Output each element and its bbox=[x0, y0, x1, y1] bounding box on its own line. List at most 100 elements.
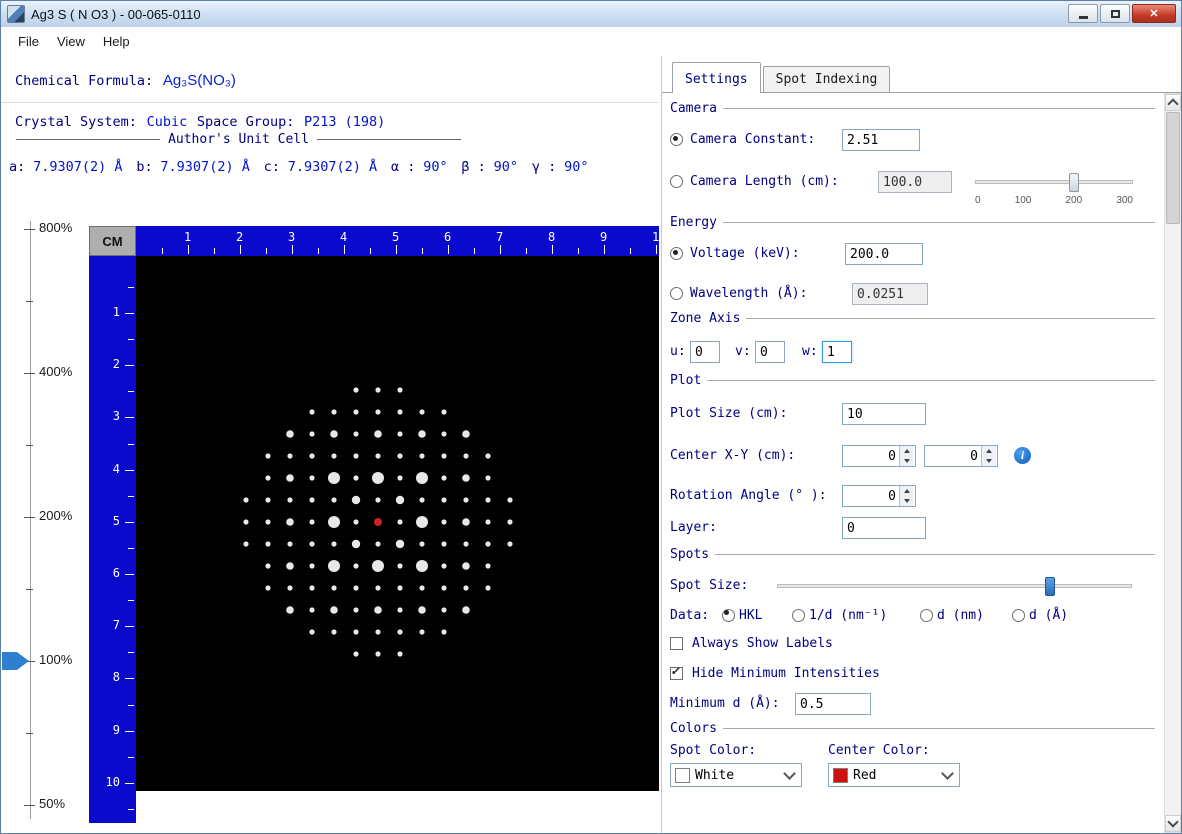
menu-help[interactable]: Help bbox=[94, 30, 139, 53]
cell-beta: 90° bbox=[494, 159, 518, 175]
scroll-up-button[interactable] bbox=[1165, 94, 1181, 111]
spot-size-slider[interactable] bbox=[777, 584, 1132, 588]
colors-section-header: Colors bbox=[670, 719, 1155, 737]
center-xy-label: Center X-Y (cm): bbox=[670, 448, 795, 463]
close-button[interactable]: ✕ bbox=[1132, 4, 1176, 23]
crystal-system-value: Cubic bbox=[147, 114, 188, 130]
camera-constant-label: Camera Constant: bbox=[690, 132, 815, 147]
rotation-spinner[interactable]: 0 bbox=[842, 485, 916, 507]
diffraction-canvas[interactable] bbox=[136, 256, 659, 791]
voltage-label: Voltage (keV): bbox=[690, 246, 800, 261]
title-bar[interactable]: Ag3 S ( N O3 ) - 00-065-0110 ✕ bbox=[1, 1, 1181, 28]
spot-color-select[interactable]: White bbox=[670, 763, 802, 787]
horizontal-ruler: 12345678910 bbox=[136, 226, 659, 256]
wavelength-radio[interactable] bbox=[670, 287, 683, 300]
data-option-d-angstrom[interactable]: d (Å) bbox=[1012, 608, 1068, 623]
voltage-row: Voltage (keV): 200.0 bbox=[670, 241, 1155, 267]
plot-size-input[interactable]: 10 bbox=[842, 403, 926, 425]
camera-length-radio[interactable] bbox=[670, 175, 683, 188]
center-x-spinner[interactable]: 0 bbox=[842, 445, 916, 467]
camera-section-header: Camera bbox=[670, 99, 1155, 117]
spot-color-label: Spot Color: bbox=[670, 743, 756, 758]
zoom-level-label: 50% bbox=[39, 796, 65, 811]
rotation-label: Rotation Angle (° ): bbox=[670, 488, 827, 503]
center-y-spinner[interactable]: 0 bbox=[924, 445, 998, 467]
color-selects-row: White Red bbox=[670, 763, 1155, 789]
u-input[interactable]: 0 bbox=[690, 341, 720, 363]
zoom-scale[interactable]: 800%400%200%100%50% bbox=[1, 213, 89, 833]
scroll-down-button[interactable] bbox=[1165, 815, 1181, 832]
unit-cell-divider: Author's Unit Cell bbox=[16, 132, 461, 147]
diffraction-svg bbox=[136, 256, 659, 791]
zoom-level-label: 200% bbox=[39, 508, 72, 523]
data-option-d-nm[interactable]: d (nm) bbox=[920, 608, 984, 623]
spot-size-row: Spot Size: bbox=[670, 573, 1155, 599]
vertical-ruler: 12345678910 bbox=[89, 256, 136, 823]
camera-constant-row: Camera Constant: 2.51 bbox=[670, 127, 1155, 153]
panel-scrollbar[interactable] bbox=[1164, 93, 1182, 833]
w-label: w: bbox=[802, 344, 818, 359]
maximize-icon bbox=[1111, 10, 1120, 18]
min-d-input[interactable]: 0.5 bbox=[795, 693, 871, 715]
plot-section-header: Plot bbox=[670, 371, 1155, 389]
always-show-labels-checkbox[interactable] bbox=[670, 637, 683, 650]
layer-input[interactable]: 0 bbox=[842, 517, 926, 539]
camera-constant-input[interactable]: 2.51 bbox=[842, 129, 920, 151]
data-option-1-over-d[interactable]: 1/d (nm⁻¹) bbox=[792, 608, 887, 623]
data-options-row: Data: HKL 1/d (nm⁻¹) d (nm) d (Å) bbox=[670, 603, 1155, 629]
color-labels-row: Spot Color: Center Color: bbox=[670, 741, 1155, 761]
data-label: Data: bbox=[670, 608, 709, 623]
u-label: u: bbox=[670, 344, 686, 359]
hide-min-row: Hide Minimum Intensities bbox=[670, 661, 1155, 687]
app-window: Ag3 S ( N O3 ) - 00-065-0110 ✕ File View… bbox=[0, 0, 1182, 834]
menu-view[interactable]: View bbox=[48, 30, 94, 53]
center-color-label: Center Color: bbox=[828, 743, 930, 758]
w-input[interactable]: 1 bbox=[822, 341, 852, 363]
camera-length-input[interactable]: 100.0 bbox=[878, 171, 952, 193]
camera-length-label: Camera Length (cm): bbox=[690, 174, 839, 189]
spot-color-swatch bbox=[675, 768, 690, 783]
zone-axis-section-header: Zone Axis bbox=[670, 309, 1155, 327]
divider bbox=[1, 102, 658, 103]
zoom-level-label: 100% bbox=[39, 652, 72, 667]
chevron-up-icon bbox=[1167, 98, 1178, 109]
voltage-input[interactable]: 200.0 bbox=[845, 243, 923, 265]
zoom-level-label: 400% bbox=[39, 364, 72, 379]
menu-file[interactable]: File bbox=[9, 30, 48, 53]
layer-row: Layer: 0 bbox=[670, 515, 1155, 541]
cell-b: 7.9307(2) Å bbox=[160, 159, 249, 175]
v-input[interactable]: 0 bbox=[755, 341, 785, 363]
close-icon: ✕ bbox=[1149, 7, 1158, 20]
cell-gamma: 90° bbox=[564, 159, 588, 175]
settings-panel: Settings Spot Indexing Camera Camera Con… bbox=[661, 56, 1182, 834]
chemical-formula-value: Ag₃S(NO₃) bbox=[163, 72, 236, 89]
always-show-labels-row: Always Show Labels bbox=[670, 631, 1155, 657]
wavelength-input[interactable]: 0.0251 bbox=[852, 283, 928, 305]
hide-min-label: Hide Minimum Intensities bbox=[692, 666, 880, 681]
cell-c: 7.9307(2) Å bbox=[288, 159, 377, 175]
spinner-arrows-icon[interactable] bbox=[899, 486, 914, 506]
voltage-radio[interactable] bbox=[670, 247, 683, 260]
chemical-formula-label: Chemical Formula: bbox=[15, 73, 153, 89]
camera-length-slider-thumb[interactable] bbox=[1069, 173, 1079, 192]
unit-cell-title: Author's Unit Cell bbox=[168, 132, 309, 147]
info-icon[interactable]: i bbox=[1014, 447, 1031, 464]
plot-size-row: Plot Size (cm): 10 bbox=[670, 401, 1155, 427]
zoom-pointer[interactable] bbox=[2, 652, 29, 670]
spot-size-slider-thumb[interactable] bbox=[1045, 577, 1055, 596]
chevron-down-icon bbox=[783, 767, 796, 780]
camera-length-slider[interactable] bbox=[975, 180, 1133, 184]
minimize-button[interactable] bbox=[1068, 4, 1098, 23]
scrollbar-thumb[interactable] bbox=[1166, 112, 1180, 224]
tab-spot-indexing[interactable]: Spot Indexing bbox=[763, 66, 891, 92]
wavelength-row: Wavelength (Å): 0.0251 bbox=[670, 281, 1155, 307]
center-color-select[interactable]: Red bbox=[828, 763, 960, 787]
tab-settings[interactable]: Settings bbox=[672, 62, 761, 93]
plot-size-label: Plot Size (cm): bbox=[670, 406, 787, 421]
data-option-hkl[interactable]: HKL bbox=[722, 608, 762, 623]
hide-min-checkbox[interactable] bbox=[670, 667, 683, 680]
spinner-arrows-icon[interactable] bbox=[981, 446, 996, 466]
maximize-button[interactable] bbox=[1100, 4, 1130, 23]
camera-constant-radio[interactable] bbox=[670, 133, 683, 146]
spinner-arrows-icon[interactable] bbox=[899, 446, 914, 466]
